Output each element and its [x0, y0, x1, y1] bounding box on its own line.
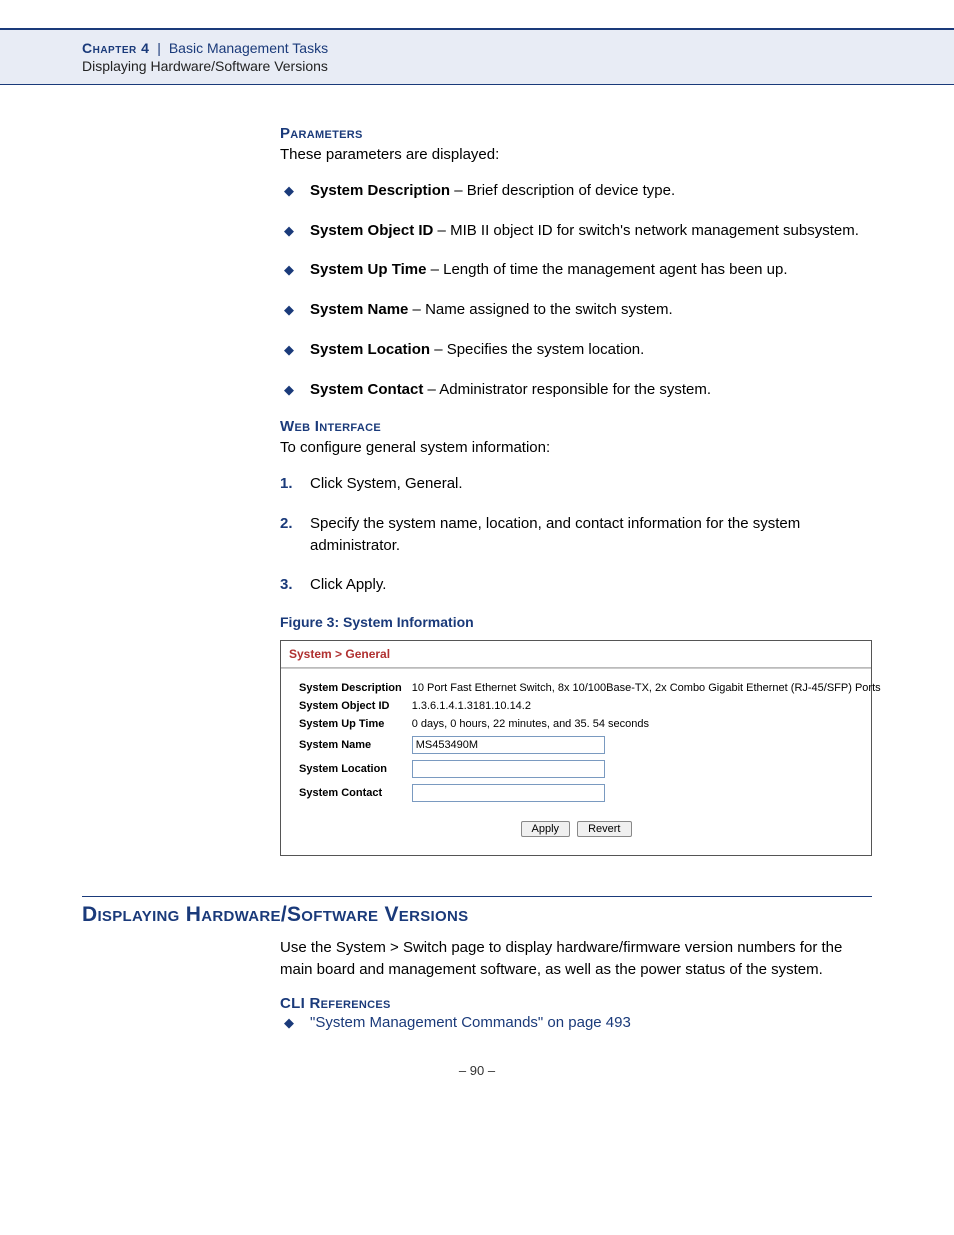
- webinterface-heading: Web Interface: [280, 418, 872, 435]
- table-row: System Contact: [299, 781, 891, 805]
- apply-button[interactable]: Apply: [521, 821, 571, 837]
- cli-list: "System Management Commands" on page 493: [280, 1012, 872, 1034]
- row-label: System Location: [299, 757, 412, 781]
- param-term: System Contact: [310, 381, 423, 398]
- row-value: 10 Port Fast Ethernet Switch, 8x 10/100B…: [412, 679, 891, 697]
- revert-button[interactable]: Revert: [577, 821, 631, 837]
- param-desc: – Specifies the system location.: [430, 341, 644, 358]
- table-row: System Description 10 Port Fast Ethernet…: [299, 679, 891, 697]
- section-rule: [82, 896, 872, 897]
- steps-list: Click System, General. Specify the syste…: [280, 473, 872, 596]
- row-label: System Up Time: [299, 715, 412, 733]
- breadcrumb: System > General: [281, 641, 871, 667]
- versions-intro: Use the System > Switch page to display …: [280, 937, 872, 981]
- row-label: System Object ID: [299, 697, 412, 715]
- chapter-title: Basic Management Tasks: [169, 40, 328, 56]
- chapter-label: Chapter 4: [82, 40, 149, 56]
- row-value: 1.3.6.1.4.1.3181.10.14.2: [412, 697, 891, 715]
- row-label: System Description: [299, 679, 412, 697]
- table-row: System Up Time 0 days, 0 hours, 22 minut…: [299, 715, 891, 733]
- page-header: Chapter 4 | Basic Management Tasks Displ…: [0, 28, 954, 85]
- param-term: System Up Time: [310, 261, 426, 278]
- separator: |: [153, 40, 165, 56]
- step-item: Click Apply.: [280, 574, 872, 596]
- parameters-intro: These parameters are displayed:: [280, 144, 872, 166]
- param-desc: – Brief description of device type.: [450, 182, 675, 199]
- step-item: Specify the system name, location, and c…: [280, 513, 872, 557]
- param-desc: – Name assigned to the switch system.: [408, 301, 672, 318]
- chapter-subtitle: Displaying Hardware/Software Versions: [82, 58, 954, 74]
- param-desc: – Length of time the management agent ha…: [426, 261, 787, 278]
- param-desc: – MIB II object ID for switch's network …: [433, 222, 859, 239]
- webinterface-intro: To configure general system information:: [280, 437, 872, 459]
- row-label: System Contact: [299, 781, 412, 805]
- list-item: System Contact – Administrator responsib…: [280, 379, 872, 401]
- system-info-table: System Description 10 Port Fast Ethernet…: [299, 679, 891, 805]
- param-term: System Object ID: [310, 222, 433, 239]
- list-item: System Up Time – Length of time the mana…: [280, 259, 872, 281]
- divider: [281, 667, 871, 669]
- list-item: System Location – Specifies the system l…: [280, 339, 872, 361]
- param-desc: – Administrator responsible for the syst…: [423, 381, 711, 398]
- param-term: System Description: [310, 182, 450, 199]
- list-item: "System Management Commands" on page 493: [280, 1012, 872, 1034]
- page-number: – 90 –: [82, 1063, 872, 1078]
- list-item: System Object ID – MIB II object ID for …: [280, 220, 872, 242]
- system-name-input[interactable]: [412, 736, 605, 754]
- cli-link[interactable]: "System Management Commands" on page 493: [310, 1014, 631, 1031]
- figure-screenshot: System > General System Description 10 P…: [280, 640, 872, 856]
- list-item: System Name – Name assigned to the switc…: [280, 299, 872, 321]
- list-item: System Description – Brief description o…: [280, 180, 872, 202]
- table-row: System Location: [299, 757, 891, 781]
- table-row: System Object ID 1.3.6.1.4.1.3181.10.14.…: [299, 697, 891, 715]
- cli-heading: CLI References: [280, 995, 872, 1012]
- table-row: System Name: [299, 733, 891, 757]
- row-value: 0 days, 0 hours, 22 minutes, and 35. 54 …: [412, 715, 891, 733]
- step-item: Click System, General.: [280, 473, 872, 495]
- row-label: System Name: [299, 733, 412, 757]
- section-heading: Displaying Hardware/Software Versions: [82, 903, 872, 927]
- figure-caption: Figure 3: System Information: [280, 614, 872, 630]
- system-location-input[interactable]: [412, 760, 605, 778]
- param-term: System Name: [310, 301, 408, 318]
- parameters-heading: Parameters: [280, 125, 872, 142]
- parameters-list: System Description – Brief description o…: [280, 180, 872, 401]
- param-term: System Location: [310, 341, 430, 358]
- system-contact-input[interactable]: [412, 784, 605, 802]
